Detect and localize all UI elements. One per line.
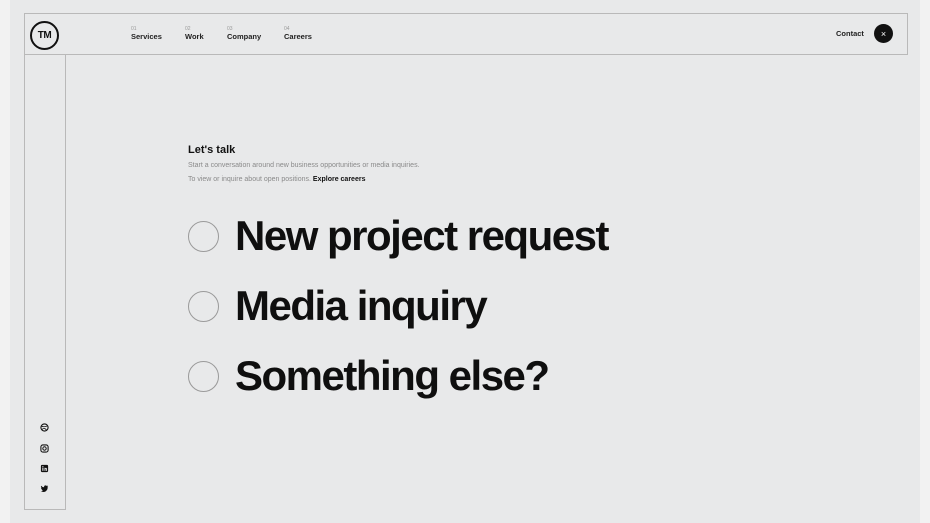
careers-note-text: To view or inquire about open positions. bbox=[188, 176, 311, 183]
contact-link[interactable]: Contact bbox=[836, 29, 864, 38]
nav-label: Careers bbox=[284, 32, 312, 41]
page-background bbox=[10, 0, 920, 523]
option-new-project-request[interactable]: New project request bbox=[188, 212, 609, 260]
nav-item-services[interactable]: 01 Services bbox=[131, 26, 162, 42]
nav-item-company[interactable]: 03 Company bbox=[227, 26, 261, 42]
nav-item-careers[interactable]: 04 Careers bbox=[284, 26, 312, 42]
logo-text: TM bbox=[37, 30, 52, 41]
twitter-icon[interactable] bbox=[38, 482, 50, 494]
intro-description: Start a conversation around new business… bbox=[188, 162, 420, 169]
dribbble-icon[interactable] bbox=[38, 421, 50, 433]
careers-note: To view or inquire about open positions.… bbox=[188, 176, 365, 183]
option-media-inquiry[interactable]: Media inquiry bbox=[188, 282, 488, 330]
option-label: Media inquiry bbox=[235, 282, 488, 329]
option-label: Something else? bbox=[235, 352, 550, 399]
instagram-icon[interactable] bbox=[38, 442, 50, 454]
close-button[interactable]: × bbox=[874, 24, 893, 43]
option-something-else[interactable]: Something else? bbox=[188, 352, 550, 400]
linkedin-icon[interactable] bbox=[38, 462, 50, 474]
close-icon: × bbox=[880, 28, 887, 39]
nav-item-work[interactable]: 02 Work bbox=[185, 26, 204, 42]
radio-button[interactable] bbox=[188, 220, 219, 252]
option-label: New project request bbox=[235, 212, 609, 259]
radio-button[interactable] bbox=[188, 290, 219, 322]
radio-button[interactable] bbox=[188, 360, 219, 392]
page-title: Let's talk bbox=[188, 144, 236, 156]
nav-label: Company bbox=[227, 32, 262, 41]
logo-button[interactable]: TM bbox=[30, 21, 59, 50]
nav-label: Work bbox=[185, 32, 204, 41]
nav-label: Services bbox=[131, 32, 162, 41]
explore-careers-link[interactable]: Explore careers bbox=[313, 176, 366, 183]
